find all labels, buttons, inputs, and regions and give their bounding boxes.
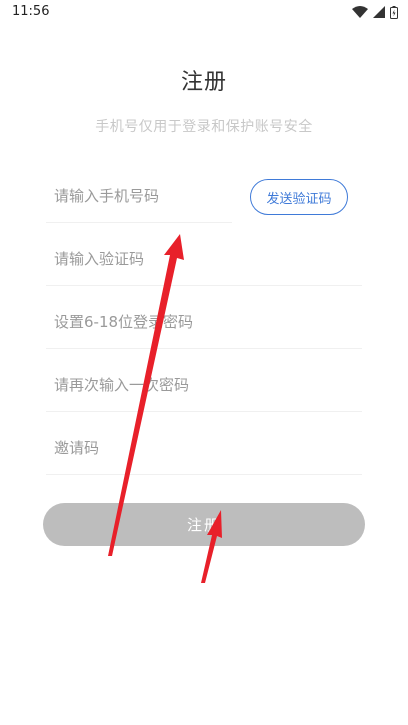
page-subtitle: 手机号仅用于登录和保护账号安全 — [95, 119, 313, 135]
send-code-button[interactable]: 发送验证码 — [250, 179, 348, 215]
page-title: 注册 — [180, 70, 227, 95]
status-icons — [352, 5, 398, 19]
status-bar: 11:56 — [0, 0, 408, 24]
confirm-password-input[interactable] — [54, 359, 354, 411]
phone-input[interactable] — [54, 170, 224, 222]
confirm-password-field — [46, 359, 362, 412]
invite-code-field — [46, 422, 362, 475]
password-field — [46, 296, 362, 349]
battery-icon — [390, 5, 398, 19]
phone-field — [46, 170, 232, 223]
password-input[interactable] — [54, 296, 354, 348]
code-input[interactable] — [54, 233, 354, 285]
invite-code-input[interactable] — [54, 422, 354, 474]
wifi-icon — [352, 6, 368, 18]
status-time: 11:56 — [12, 4, 50, 19]
signal-icon — [373, 6, 385, 18]
code-field — [46, 233, 362, 286]
register-button[interactable]: 注册 — [43, 503, 365, 546]
